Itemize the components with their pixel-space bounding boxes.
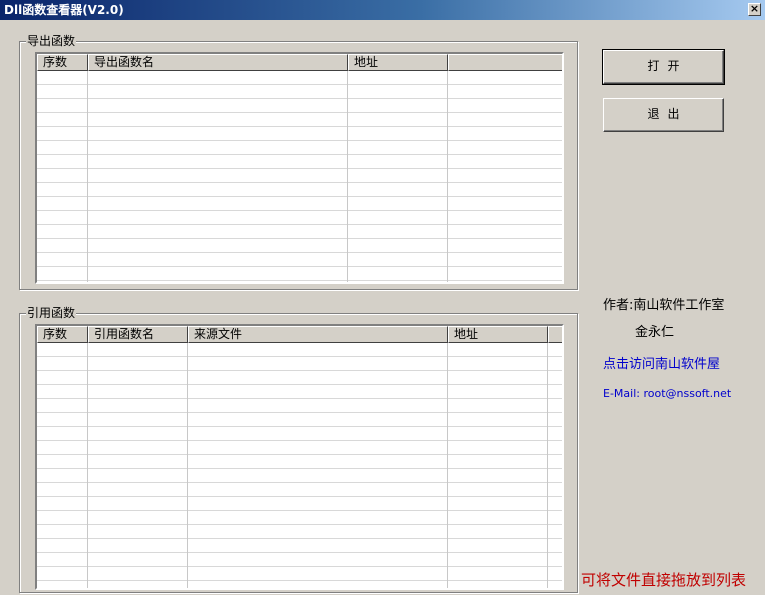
export-list-header: 序数 导出函数名 地址 xyxy=(37,54,562,71)
export-listview[interactable]: 序数 导出函数名 地址 xyxy=(35,52,564,284)
import-group: 引用函数 序数 引用函数名 来源文件 地址 xyxy=(19,306,578,593)
export-group: 导出函数 序数 导出函数名 地址 xyxy=(19,34,578,290)
column-header-blank[interactable] xyxy=(548,326,562,343)
import-group-label: 引用函数 xyxy=(26,306,77,320)
column-header-source-file[interactable]: 来源文件 xyxy=(188,326,448,343)
column-header-import-name[interactable]: 引用函数名 xyxy=(88,326,188,343)
column-header-export-name[interactable]: 导出函数名 xyxy=(88,54,348,71)
import-list-header: 序数 引用函数名 来源文件 地址 xyxy=(37,326,562,343)
drag-drop-hint: 可将文件直接拖放到列表 xyxy=(581,571,747,589)
close-icon: × xyxy=(749,2,760,15)
window-title: Dll函数查看器(V2.0) xyxy=(4,3,124,17)
email-link[interactable]: E-Mail: root@nssoft.net xyxy=(603,387,731,400)
column-header-blank[interactable] xyxy=(448,54,562,71)
open-button[interactable]: 打开 xyxy=(602,49,725,85)
export-group-label: 导出函数 xyxy=(26,34,77,48)
column-header-address[interactable]: 地址 xyxy=(348,54,448,71)
close-button[interactable]: × xyxy=(748,3,761,16)
exit-button[interactable]: 退出 xyxy=(603,98,724,132)
title-bar: Dll函数查看器(V2.0) × xyxy=(0,0,765,20)
author-name: 金永仁 xyxy=(635,325,675,340)
column-header-ordinal[interactable]: 序数 xyxy=(37,326,88,343)
import-listview[interactable]: 序数 引用函数名 来源文件 地址 xyxy=(35,324,564,590)
author-line: 作者:南山软件工作室 xyxy=(603,298,725,313)
column-header-address[interactable]: 地址 xyxy=(448,326,548,343)
visit-website-link[interactable]: 点击访问南山软件屋 xyxy=(603,353,733,372)
import-list-body[interactable] xyxy=(37,343,562,588)
export-list-body[interactable] xyxy=(37,71,562,282)
column-header-ordinal[interactable]: 序数 xyxy=(37,54,88,71)
